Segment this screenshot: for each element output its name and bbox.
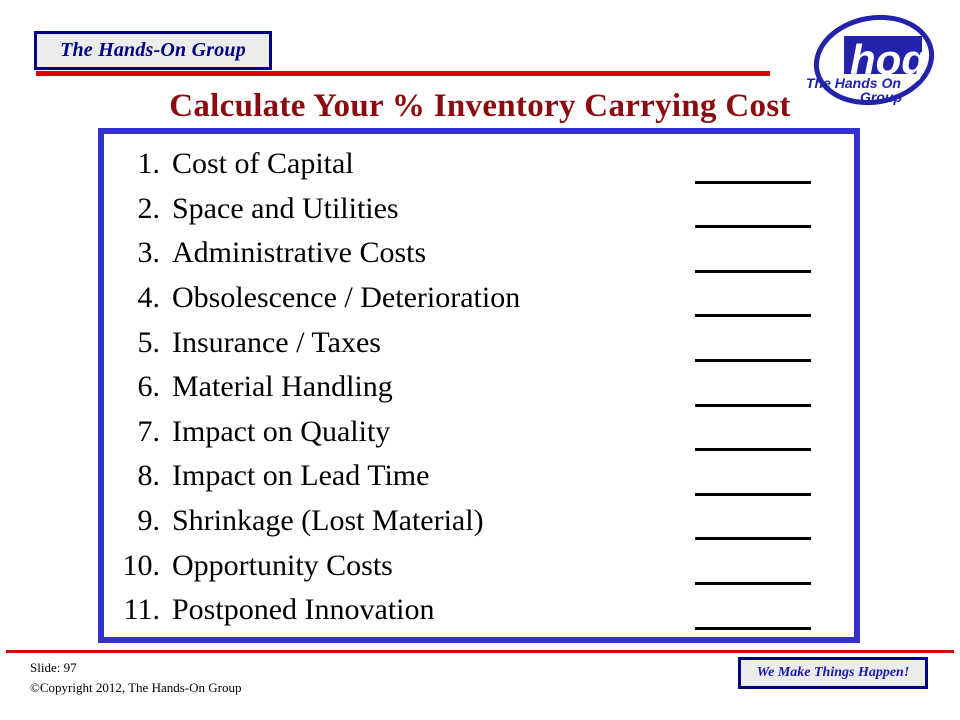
- answer-blank-line[interactable]: [695, 314, 811, 318]
- list-item-label: Administrative Costs: [172, 236, 427, 270]
- answer-blank-line[interactable]: [695, 358, 811, 362]
- list-item-label: Space and Utilities: [172, 191, 399, 225]
- list-item-label: Obsolescence / Deterioration: [172, 281, 521, 315]
- list-item-number: 6.: [137, 370, 161, 404]
- list-item-label: Impact on Lead Time: [172, 459, 430, 493]
- answer-blank-line[interactable]: [695, 269, 811, 273]
- list-item-number: 9.: [137, 504, 161, 538]
- list-item: 5. Insurance / Taxes: [104, 320, 854, 365]
- answer-blank-line[interactable]: [695, 448, 811, 452]
- list-item-number: 10.: [122, 548, 161, 582]
- list-item-label: Opportunity Costs: [172, 548, 393, 582]
- inventory-cost-list: 1. Cost of Capital 2. Space and Utilities 3.…: [104, 134, 854, 637]
- list-item-number: 3.: [137, 236, 161, 270]
- answer-blank-line[interactable]: [695, 581, 811, 585]
- answer-blank-line[interactable]: [695, 180, 811, 184]
- footer-note: Slide: 97 ©Copyright 2012, The Hands-On …: [30, 658, 241, 697]
- list-item-number: 2.: [137, 191, 161, 225]
- list-item: 6. Material Handling: [104, 365, 854, 410]
- list-item-number: 1.: [137, 147, 161, 181]
- list-item: 3. Administrative Costs: [104, 231, 854, 276]
- slide-title: Calculate Your % Inventory Carrying Cost: [169, 88, 791, 124]
- list-item-label: Shrinkage (Lost Material): [172, 504, 484, 538]
- header-divider-red: [36, 71, 770, 76]
- slide-number: Slide: 97: [30, 660, 77, 675]
- list-item: 1. Cost of Capital: [104, 142, 854, 187]
- list-item-label: Cost of Capital: [172, 147, 354, 181]
- answer-blank-line[interactable]: [695, 537, 811, 541]
- tagline-label: We Make Things Happen!: [756, 665, 910, 680]
- list-item-label: Material Handling: [172, 370, 393, 404]
- answer-blank-line[interactable]: [695, 626, 811, 630]
- copyright-text: ©Copyright 2012, The Hands-On Group: [30, 679, 242, 695]
- list-item: 2. Space and Utilities: [104, 187, 854, 232]
- list-item-number: 11.: [123, 593, 160, 627]
- content-box: 1. Cost of Capital 2. Space and Utilities 3.…: [98, 128, 860, 643]
- list-item: 10. Opportunity Costs: [104, 543, 854, 588]
- list-item: 7. Impact on Quality: [104, 410, 854, 455]
- answer-blank-line[interactable]: [695, 225, 811, 229]
- slide-canvas: The Hands-On Group hog The Hands On Grou…: [0, 0, 960, 720]
- list-item-number: 4.: [137, 281, 161, 315]
- list-item: 11. Postponed Innovation: [104, 588, 854, 633]
- brand-box-label: The Hands-On Group: [60, 39, 246, 61]
- list-item-number: 5.: [137, 325, 161, 359]
- answer-blank-line[interactable]: [695, 403, 811, 407]
- list-item-label: Postponed Innovation: [172, 593, 435, 627]
- brand-box: The Hands-On Group: [34, 31, 272, 70]
- list-item-number: 8.: [137, 459, 161, 493]
- list-item-label: Insurance / Taxes: [172, 325, 381, 359]
- list-item: 9. Shrinkage (Lost Material): [104, 499, 854, 544]
- list-item: 4. Obsolescence / Deterioration: [104, 276, 854, 321]
- tagline-box: We Make Things Happen!: [738, 657, 928, 689]
- list-item: 8. Impact on Lead Time: [104, 454, 854, 499]
- list-item-number: 7.: [137, 414, 161, 448]
- list-item-label: Impact on Quality: [172, 414, 391, 448]
- answer-blank-line[interactable]: [695, 492, 811, 496]
- footer-divider-red: [6, 650, 954, 653]
